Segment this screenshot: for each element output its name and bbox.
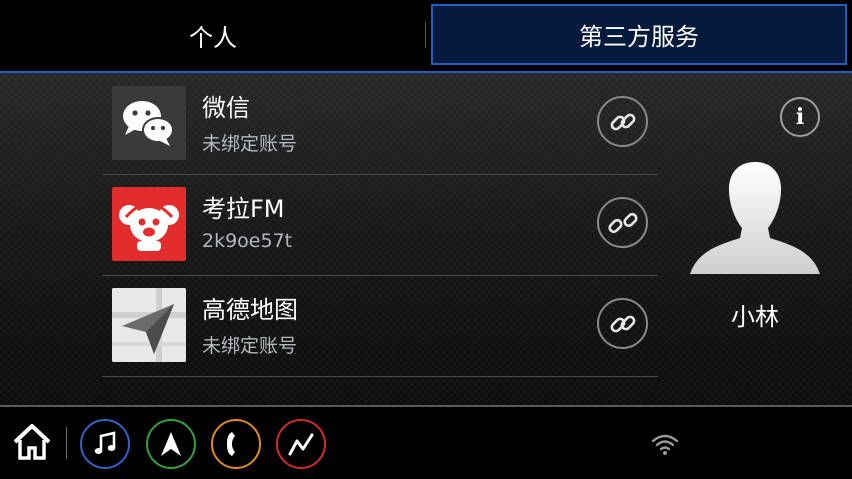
user-name: 小林 [731, 303, 779, 331]
user-silhouette-icon[interactable] [688, 158, 822, 276]
home-icon [13, 424, 51, 460]
service-account: 未绑定账号 [202, 133, 298, 155]
phone-icon [227, 432, 235, 456]
service-name: 考拉FM [202, 195, 285, 223]
amap-icon [112, 288, 186, 362]
link-icon [610, 113, 635, 130]
tab-third-party-services[interactable]: 第三方服务 [431, 4, 847, 65]
bottom-separator [66, 427, 67, 459]
navigation-icon [161, 432, 181, 456]
info-icon: i [795, 104, 805, 130]
music-icon [94, 431, 116, 454]
service-name: 微信 [202, 94, 250, 122]
unlink-icon [607, 212, 638, 233]
wifi-icon [650, 431, 680, 457]
service-account: 未绑定账号 [202, 335, 298, 357]
services-panel: 微信 未绑定账号 考拉FM 2k9oe57t 高德地图 未绑定账号 i 小林 [0, 73, 852, 405]
link-button[interactable] [597, 298, 648, 349]
tab-personal[interactable]: 个人 [0, 0, 426, 71]
navigation-button[interactable] [146, 419, 196, 469]
music-button[interactable] [80, 419, 130, 469]
link-button[interactable] [597, 96, 648, 147]
service-name: 高德地图 [202, 296, 298, 324]
home-button[interactable] [12, 423, 52, 461]
bottom-bar [0, 405, 852, 479]
tab-divider [425, 22, 426, 48]
service-account: 2k9oe57t [202, 230, 293, 252]
service-row-amap[interactable]: 高德地图 未绑定账号 [102, 275, 658, 377]
koala-fm-icon [112, 187, 186, 261]
wechat-icon [112, 86, 186, 160]
service-row-wechat[interactable]: 微信 未绑定账号 [102, 73, 658, 175]
service-row-koala-fm[interactable]: 考拉FM 2k9oe57t [102, 174, 658, 276]
seat-icon [288, 433, 314, 456]
seat-button[interactable] [276, 419, 326, 469]
info-button[interactable]: i [780, 97, 820, 137]
tab-bar: 个人 第三方服务 [0, 0, 852, 73]
phone-button[interactable] [211, 419, 261, 469]
link-icon [610, 315, 635, 332]
unlink-button[interactable] [597, 197, 648, 248]
